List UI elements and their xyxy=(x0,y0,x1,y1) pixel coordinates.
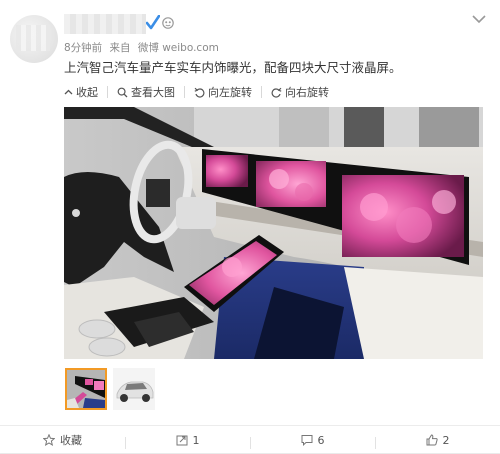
collapse-label: 收起 xyxy=(76,86,98,99)
thumbnail-interior[interactable] xyxy=(65,368,107,410)
comment-count: 6 xyxy=(317,433,325,447)
post-meta: 8分钟前 来自 微博 weibo.com xyxy=(64,40,223,55)
star-icon xyxy=(43,434,55,446)
like-icon xyxy=(426,434,438,446)
comment-button[interactable]: 6 xyxy=(250,433,375,449)
post-time[interactable]: 8分钟前 xyxy=(64,42,102,54)
repost-icon xyxy=(176,435,187,446)
post-main-image[interactable] xyxy=(64,107,483,359)
favorite-label: 收藏 xyxy=(60,434,82,447)
avatar[interactable] xyxy=(10,15,58,63)
weibo-post-card: 8分钟前 来自 微博 weibo.com 上汽智己汽车量产车实车内饰曝光，配备四… xyxy=(0,0,500,453)
divider xyxy=(184,86,185,98)
search-icon xyxy=(117,87,128,97)
post-source[interactable]: 微博 weibo.com xyxy=(138,42,219,54)
rotate-left-button[interactable]: 向左旋转 xyxy=(194,84,252,100)
screen-2 xyxy=(256,161,326,207)
chevron-down-icon[interactable] xyxy=(472,14,486,24)
car-interior-photo xyxy=(64,107,483,359)
member-icon[interactable] xyxy=(162,17,174,29)
view-large-label: 查看大图 xyxy=(131,86,175,99)
favorite-button[interactable]: 收藏 xyxy=(0,432,125,448)
divider xyxy=(261,86,262,98)
source-prefix: 来自 xyxy=(109,42,131,54)
username-blurred[interactable] xyxy=(64,14,146,34)
thumbnail-interior-image xyxy=(67,370,105,408)
repost-count: 1 xyxy=(192,433,200,447)
comment-icon xyxy=(301,435,312,446)
rotate-left-label: 向左旋转 xyxy=(208,86,252,99)
rotate-right-button[interactable]: 向右旋转 xyxy=(271,84,329,100)
rotate-right-icon xyxy=(271,87,282,98)
post-text: 上汽智己汽车量产车实车内饰曝光，配备四块大尺寸液晶屏。 xyxy=(64,60,402,75)
collapse-icon xyxy=(64,89,73,94)
rotate-right-label: 向右旋转 xyxy=(285,86,329,99)
view-large-button[interactable]: 查看大图 xyxy=(117,84,175,100)
media-toolbar: 收起 查看大图 向左旋转 向右旋转 xyxy=(64,84,329,100)
like-count: 2 xyxy=(442,433,450,447)
thumbnail-exterior[interactable] xyxy=(113,368,155,410)
like-button[interactable]: 2 xyxy=(375,433,500,449)
collapse-button[interactable]: 收起 xyxy=(64,84,98,100)
repost-button[interactable]: 1 xyxy=(125,433,250,449)
divider xyxy=(107,86,108,98)
verified-icon xyxy=(146,15,160,30)
post-actions: 收藏 1 6 2 xyxy=(0,425,500,454)
screen-1 xyxy=(206,155,248,187)
thumbnail-exterior-image xyxy=(113,368,155,410)
rotate-left-icon xyxy=(194,87,205,98)
